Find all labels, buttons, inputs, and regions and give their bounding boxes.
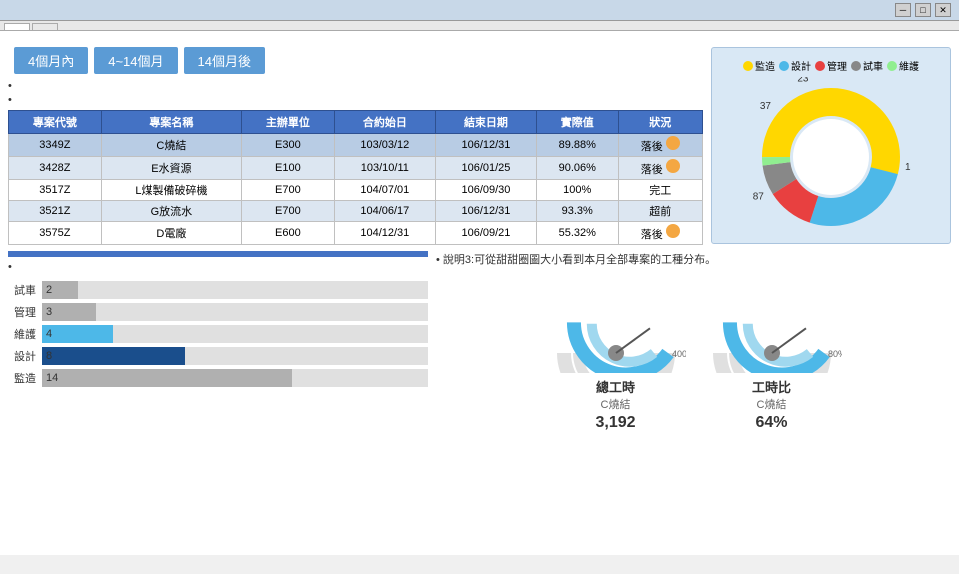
bar-row[interactable]: 維護 4	[8, 325, 428, 343]
tab-bar	[0, 21, 959, 31]
gauge-subtitle: C燒結	[757, 396, 787, 412]
bar-chart-title	[8, 251, 428, 257]
status-circle	[666, 224, 680, 238]
gauge-value: 3,192	[595, 414, 635, 432]
legend-item: 試車	[851, 58, 883, 73]
close-btn[interactable]: ✕	[935, 3, 951, 17]
donut-chart: 183 87 37 23 8	[751, 77, 911, 237]
bar-row[interactable]: 管理 3	[8, 303, 428, 321]
tab-screen[interactable]	[4, 23, 30, 30]
svg-text:23: 23	[797, 77, 809, 85]
gauge-box-gauge1: 400 總工時C燒結 3,192	[546, 273, 686, 432]
legend-item: 設計	[779, 58, 811, 73]
deadline-btn-4months[interactable]: 4個月內	[14, 47, 88, 74]
bar-row[interactable]: 試車 2	[8, 281, 428, 299]
project-table: 專案代號專案名稱主辦單位合約始日結束日期實際值狀況 3349ZC燒結E30010…	[8, 110, 703, 245]
gauge-title: 工時比	[752, 377, 791, 396]
note-right-wrapper: • 說明3:可從甜甜圈圖大小看到本月全部專案的工種分布。	[436, 251, 951, 267]
table-row[interactable]: 3521ZG放流水E700104/06/17106/12/3193.3%超前	[9, 201, 703, 222]
svg-text:400: 400	[672, 349, 686, 359]
minimize-btn[interactable]: ─	[895, 3, 911, 17]
svg-text:80%: 80%	[828, 349, 842, 359]
status-circle	[666, 136, 680, 150]
maximize-btn[interactable]: □	[915, 3, 931, 17]
table-row[interactable]: 3575ZD電廠E600104/12/31106/09/2155.32%落後	[9, 222, 703, 245]
bar-note	[8, 261, 428, 273]
svg-text:183: 183	[905, 162, 911, 173]
table-row[interactable]: 3517ZL煤製備破碎機E700104/07/01106/09/30100%完工	[9, 180, 703, 201]
legend-item: 管理	[815, 58, 847, 73]
deadline-btn-4-14months[interactable]: 4~14個月	[94, 47, 177, 74]
tab-help[interactable]	[32, 23, 58, 30]
status-circle	[666, 159, 680, 173]
bar-row[interactable]: 監造 14	[8, 369, 428, 387]
gauge-subtitle: C燒結	[601, 396, 631, 412]
note1	[8, 80, 703, 92]
bar-row[interactable]: 設計 8	[8, 347, 428, 365]
gauge-value: 64%	[755, 414, 787, 432]
svg-text:8: 8	[823, 77, 829, 80]
gauge-box-gauge2: 80% 工時比C燒結 64%	[702, 273, 842, 432]
title-bar: ─ □ ✕	[0, 0, 959, 21]
svg-text:37: 37	[760, 101, 772, 112]
gauge-title: 總工時	[596, 377, 635, 396]
legend-item: 監造	[743, 58, 775, 73]
table-row[interactable]: 3349ZC燒結E300103/03/12106/12/3189.88%落後	[9, 134, 703, 157]
table-row[interactable]: 3428ZE水資源E100103/10/11106/01/2590.06%落後	[9, 157, 703, 180]
svg-text:87: 87	[753, 192, 765, 203]
legend-item: 維護	[887, 58, 919, 73]
deadline-btn-14months[interactable]: 14個月後	[184, 47, 265, 74]
note2	[8, 94, 703, 106]
